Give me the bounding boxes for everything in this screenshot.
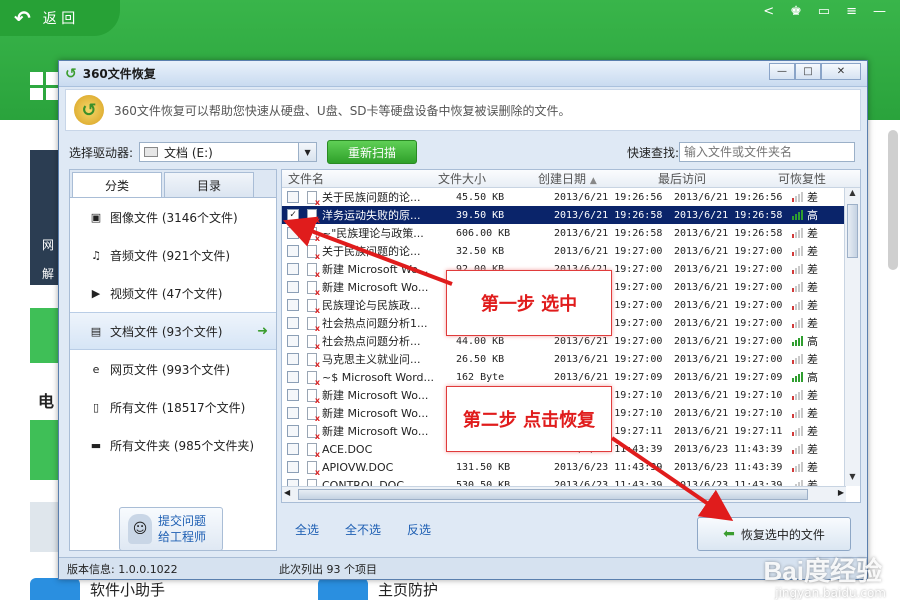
arrow-to-checkbox <box>283 216 453 286</box>
baidu-watermark: Bai度经验 <box>763 556 882 586</box>
annotation-arrows <box>283 216 734 522</box>
watermark-url: jingyan.baidu.com <box>775 586 886 600</box>
arrow-to-recover <box>610 436 734 522</box>
